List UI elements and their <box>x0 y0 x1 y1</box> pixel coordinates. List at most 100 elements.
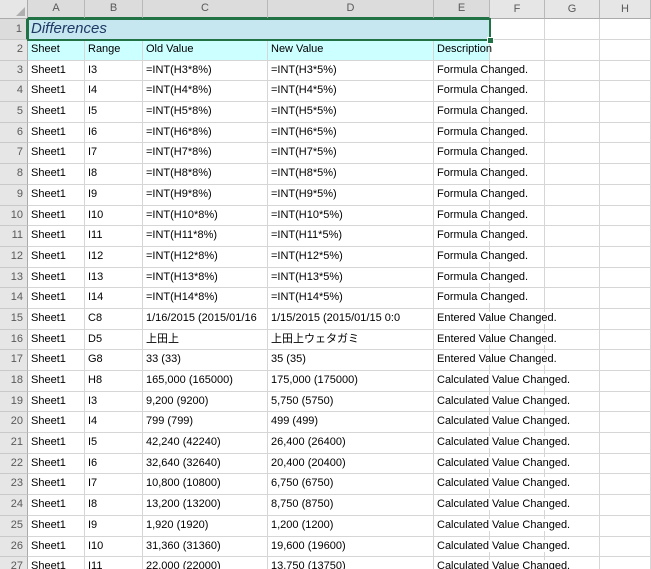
cell-A18[interactable]: Sheet1 <box>28 371 85 392</box>
cell-E13[interactable]: Formula Changed. <box>434 268 490 289</box>
cell-C27[interactable]: 22,000 (22000) <box>143 557 268 569</box>
cell-A13[interactable]: Sheet1 <box>28 268 85 289</box>
cell-D3[interactable]: =INT(H3*5%) <box>268 61 434 82</box>
cell-B6[interactable]: I6 <box>85 123 143 144</box>
cell-B14[interactable]: I14 <box>85 288 143 309</box>
column-header-D[interactable]: D <box>268 0 434 19</box>
cell-C17[interactable]: 33 (33) <box>143 350 268 371</box>
cell-A8[interactable]: Sheet1 <box>28 164 85 185</box>
row-header-15[interactable]: 15 <box>0 309 28 330</box>
cell-E12[interactable]: Formula Changed. <box>434 247 490 268</box>
cell-E27[interactable]: Calculated Value Changed. <box>434 557 490 569</box>
cell-H16[interactable] <box>600 330 651 351</box>
row-header-14[interactable]: 14 <box>0 288 28 309</box>
cell-A14[interactable]: Sheet1 <box>28 288 85 309</box>
cell-D16[interactable]: 上田上ウェタガミ <box>268 330 434 351</box>
cell-C12[interactable]: =INT(H12*8%) <box>143 247 268 268</box>
cell-E11[interactable]: Formula Changed. <box>434 226 490 247</box>
cell-H7[interactable] <box>600 143 651 164</box>
cell-F2[interactable] <box>490 40 545 61</box>
cell-C18[interactable]: 165,000 (165000) <box>143 371 268 392</box>
cell-A27[interactable]: Sheet1 <box>28 557 85 569</box>
cell-B4[interactable]: I4 <box>85 81 143 102</box>
cell-B11[interactable]: I11 <box>85 226 143 247</box>
cell-C2[interactable]: Old Value <box>143 40 268 61</box>
cell-B23[interactable]: I7 <box>85 474 143 495</box>
cell-G2[interactable] <box>545 40 600 61</box>
column-header-F[interactable]: F <box>490 0 545 19</box>
cell-H1[interactable] <box>600 19 651 40</box>
cell-B8[interactable]: I8 <box>85 164 143 185</box>
cell-E16[interactable]: Entered Value Changed. <box>434 330 490 351</box>
cell-D22[interactable]: 20,400 (20400) <box>268 454 434 475</box>
cell-A10[interactable]: Sheet1 <box>28 206 85 227</box>
row-header-18[interactable]: 18 <box>0 371 28 392</box>
cell-H22[interactable] <box>600 454 651 475</box>
cell-G8[interactable] <box>545 164 600 185</box>
cell-E3[interactable]: Formula Changed. <box>434 61 490 82</box>
row-header-21[interactable]: 21 <box>0 433 28 454</box>
row-header-27[interactable]: 27 <box>0 557 28 569</box>
row-header-5[interactable]: 5 <box>0 102 28 123</box>
cell-A3[interactable]: Sheet1 <box>28 61 85 82</box>
cell-H27[interactable] <box>600 557 651 569</box>
cell-C6[interactable]: =INT(H6*8%) <box>143 123 268 144</box>
cell-C4[interactable]: =INT(H4*8%) <box>143 81 268 102</box>
cell-D11[interactable]: =INT(H11*5%) <box>268 226 434 247</box>
cell-G5[interactable] <box>545 102 600 123</box>
column-header-H[interactable]: H <box>600 0 651 19</box>
cell-H19[interactable] <box>600 392 651 413</box>
row-header-16[interactable]: 16 <box>0 330 28 351</box>
cell-H5[interactable] <box>600 102 651 123</box>
cell-D24[interactable]: 8,750 (8750) <box>268 495 434 516</box>
cell-D12[interactable]: =INT(H12*5%) <box>268 247 434 268</box>
fill-handle[interactable] <box>487 37 494 44</box>
cell-C16[interactable]: 上田上 <box>143 330 268 351</box>
cell-E23[interactable]: Calculated Value Changed. <box>434 474 490 495</box>
select-all-button[interactable] <box>0 0 28 19</box>
cell-D15[interactable]: 1/15/2015 (2015/01/15 0:0 <box>268 309 434 330</box>
cell-A20[interactable]: Sheet1 <box>28 412 85 433</box>
cell-A4[interactable]: Sheet1 <box>28 81 85 102</box>
row-header-20[interactable]: 20 <box>0 412 28 433</box>
cell-G7[interactable] <box>545 143 600 164</box>
cell-H6[interactable] <box>600 123 651 144</box>
cell-B9[interactable]: I9 <box>85 185 143 206</box>
cell-B20[interactable]: I4 <box>85 412 143 433</box>
cell-E21[interactable]: Calculated Value Changed. <box>434 433 490 454</box>
cell-C14[interactable]: =INT(H14*8%) <box>143 288 268 309</box>
cell-C5[interactable]: =INT(H5*8%) <box>143 102 268 123</box>
cell-D21[interactable]: 26,400 (26400) <box>268 433 434 454</box>
cell-H4[interactable] <box>600 81 651 102</box>
cell-E15[interactable]: Entered Value Changed. <box>434 309 490 330</box>
cell-B22[interactable]: I6 <box>85 454 143 475</box>
cell-C8[interactable]: =INT(H8*8%) <box>143 164 268 185</box>
cell-D4[interactable]: =INT(H4*5%) <box>268 81 434 102</box>
cell-F1[interactable] <box>490 19 545 40</box>
cell-D9[interactable]: =INT(H9*5%) <box>268 185 434 206</box>
cell-E26[interactable]: Calculated Value Changed. <box>434 537 490 558</box>
cell-H3[interactable] <box>600 61 651 82</box>
cell-G10[interactable] <box>545 206 600 227</box>
row-header-17[interactable]: 17 <box>0 350 28 371</box>
cell-H23[interactable] <box>600 474 651 495</box>
column-header-C[interactable]: C <box>143 0 268 19</box>
cell-E6[interactable]: Formula Changed. <box>434 123 490 144</box>
cell-A2[interactable]: Sheet <box>28 40 85 61</box>
cell-C21[interactable]: 42,240 (42240) <box>143 433 268 454</box>
cell-D8[interactable]: =INT(H8*5%) <box>268 164 434 185</box>
cell-B17[interactable]: G8 <box>85 350 143 371</box>
cell-D2[interactable]: New Value <box>268 40 434 61</box>
cell-A16[interactable]: Sheet1 <box>28 330 85 351</box>
row-header-7[interactable]: 7 <box>0 143 28 164</box>
cell-H12[interactable] <box>600 247 651 268</box>
cell-D18[interactable]: 175,000 (175000) <box>268 371 434 392</box>
cell-B3[interactable]: I3 <box>85 61 143 82</box>
cell-H17[interactable] <box>600 350 651 371</box>
cell-E7[interactable]: Formula Changed. <box>434 143 490 164</box>
cell-G1[interactable] <box>545 19 600 40</box>
row-header-13[interactable]: 13 <box>0 268 28 289</box>
cell-A26[interactable]: Sheet1 <box>28 537 85 558</box>
cell-B26[interactable]: I10 <box>85 537 143 558</box>
cell-D26[interactable]: 19,600 (19600) <box>268 537 434 558</box>
